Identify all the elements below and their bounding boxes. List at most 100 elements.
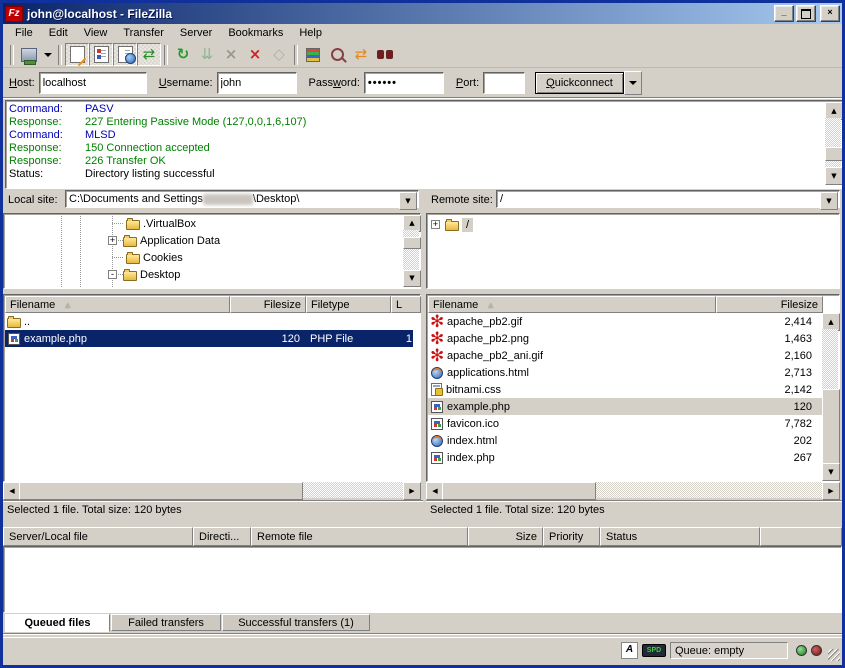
remote-site-combo[interactable]: / ▼ [496, 190, 840, 208]
column-filesize[interactable]: Filesize [716, 296, 823, 313]
menu-bookmarks[interactable]: Bookmarks [220, 25, 291, 41]
queue-body[interactable] [3, 546, 842, 613]
maximize-button[interactable] [796, 5, 816, 22]
site-manager-button[interactable] [17, 43, 41, 66]
local-row-parent-dir[interactable]: .. [5, 313, 419, 330]
local-hscrollbar[interactable]: ◀ ▶ [3, 482, 421, 498]
remote-path: / [500, 193, 503, 205]
scroll-thumb[interactable] [19, 482, 303, 500]
remote-row[interactable]: bitnami.css 2,142 [428, 381, 822, 398]
tree-item-desktop[interactable]: - Desktop [108, 266, 180, 283]
remote-row[interactable]: favicon.ico 7,782 [428, 415, 822, 432]
refresh-button[interactable]: ↻ [171, 43, 195, 66]
toggle-local-tree-button[interactable] [89, 43, 113, 66]
password-label: Password: [309, 77, 360, 89]
scroll-down-icon[interactable]: ▼ [403, 270, 421, 287]
toggle-remote-tree-button[interactable] [113, 43, 137, 66]
local-tree-scrollbar[interactable]: ▲ ▼ [403, 215, 419, 287]
filename-cell: .. [24, 316, 30, 328]
menu-help[interactable]: Help [291, 25, 330, 41]
scroll-down-icon[interactable]: ▼ [822, 463, 840, 481]
host-input[interactable] [39, 72, 147, 94]
transfer-type-icon[interactable]: A [621, 642, 638, 659]
tree-item-virtualbox[interactable]: .VirtualBox [124, 215, 196, 232]
column-filename[interactable]: Filename▲ [428, 296, 716, 313]
column-size[interactable]: Size [468, 527, 543, 546]
disconnect-button[interactable]: × [243, 43, 267, 66]
resize-grip[interactable] [828, 649, 840, 661]
menu-server[interactable]: Server [172, 25, 220, 41]
quickconnect-dropdown[interactable] [624, 71, 642, 95]
local-tree: .VirtualBox + Application Data Cookies -… [3, 213, 421, 289]
remote-row[interactable]: ✻ apache_pb2.gif 2,414 [428, 313, 822, 330]
column-filetype[interactable]: Filetype [306, 296, 391, 313]
scroll-thumb[interactable] [822, 389, 840, 465]
password-input[interactable] [364, 72, 444, 94]
remote-row[interactable]: ✻ apache_pb2_ani.gif 2,160 [428, 347, 822, 364]
expand-icon[interactable]: + [431, 220, 440, 229]
minimize-button[interactable]: _ [774, 5, 794, 22]
column-remote-file[interactable]: Remote file [251, 527, 468, 546]
speed-limit-icon[interactable]: SPD [642, 644, 666, 657]
cancel-icon: × [225, 47, 238, 62]
log-line: Status:Directory listing successful [6, 168, 842, 181]
menu-transfer[interactable]: Transfer [115, 25, 172, 41]
sync-browsing-button[interactable]: ⇄ [349, 43, 373, 66]
menu-view[interactable]: View [76, 25, 116, 41]
column-priority[interactable]: Priority [543, 527, 600, 546]
scroll-thumb[interactable] [403, 237, 421, 249]
scroll-right-icon[interactable]: ▶ [403, 482, 421, 500]
close-button[interactable]: × [820, 5, 840, 22]
remote-row[interactable]: ✻ apache_pb2.png 1,463 [428, 330, 822, 347]
username-input[interactable] [217, 72, 297, 94]
port-input[interactable] [483, 72, 525, 94]
column-modified[interactable]: L [391, 296, 421, 313]
scroll-right-icon[interactable]: ▶ [822, 482, 840, 500]
directory-compare-button[interactable] [325, 43, 349, 66]
column-filesize[interactable]: Filesize [230, 296, 306, 313]
log-scrollbar[interactable]: ▲ ▼ [825, 102, 841, 185]
local-site-combo[interactable]: C:\Documents and Settings\Desktop\ ▼ [65, 190, 419, 208]
expand-icon[interactable]: + [108, 236, 117, 245]
toggle-queue-button[interactable]: ⇄ [137, 43, 161, 66]
remote-row-selected[interactable]: example.php 120 [428, 398, 822, 415]
tree-item-application-data[interactable]: + Application Data [108, 232, 220, 249]
column-filename[interactable]: Filename▲ [5, 296, 230, 313]
remote-list-scrollbar[interactable]: ▲ ▼ [822, 313, 838, 481]
tab-failed-transfers[interactable]: Failed transfers [111, 614, 221, 631]
tab-successful-transfers[interactable]: Successful transfers (1) [222, 614, 370, 631]
tree-item-root[interactable]: + / [431, 216, 473, 233]
remote-row[interactable]: index.html 202 [428, 432, 822, 449]
column-server-local-file[interactable]: Server/Local file [3, 527, 193, 546]
remote-hscrollbar[interactable]: ◀ ▶ [426, 482, 840, 498]
find-files-button[interactable] [373, 43, 397, 66]
menu-file[interactable]: File [7, 25, 41, 41]
remote-row[interactable]: applications.html 2,713 [428, 364, 822, 381]
scroll-down-icon[interactable]: ▼ [825, 167, 843, 185]
tab-queued-files[interactable]: Queued files [5, 614, 110, 632]
local-row-example-php[interactable]: example.php 120 PHP File 1 [5, 330, 413, 347]
local-site-dropdown[interactable]: ▼ [399, 192, 417, 210]
maximize-icon [801, 9, 811, 19]
tree-item-cookies[interactable]: Cookies [124, 249, 183, 266]
title-bar[interactable]: Fz john@localhost - FileZilla _ × [3, 3, 842, 24]
quickconnect-button[interactable]: Quickconnect [535, 72, 624, 94]
process-queue-button[interactable]: ⇊ [195, 43, 219, 66]
column-status[interactable]: Status [600, 527, 760, 546]
site-manager-dropdown[interactable] [41, 43, 55, 66]
toggle-log-button[interactable] [65, 43, 89, 66]
collapse-icon[interactable]: - [108, 270, 117, 279]
remote-site-dropdown[interactable]: ▼ [820, 192, 838, 210]
cancel-button[interactable]: × [219, 43, 243, 66]
remote-row[interactable]: index.php 267 [428, 449, 822, 466]
scroll-thumb[interactable] [825, 147, 843, 161]
scroll-track[interactable] [825, 118, 841, 169]
filter-button[interactable] [301, 43, 325, 66]
column-direction[interactable]: Directi... [193, 527, 251, 546]
menu-edit[interactable]: Edit [41, 25, 76, 41]
log-line: Response:226 Transfer OK [6, 155, 842, 168]
activity-led-green-icon [796, 645, 807, 656]
reconnect-button[interactable]: ◇ [267, 43, 291, 66]
scroll-thumb[interactable] [442, 482, 596, 500]
queue-status-text: Queue: empty [670, 642, 788, 659]
